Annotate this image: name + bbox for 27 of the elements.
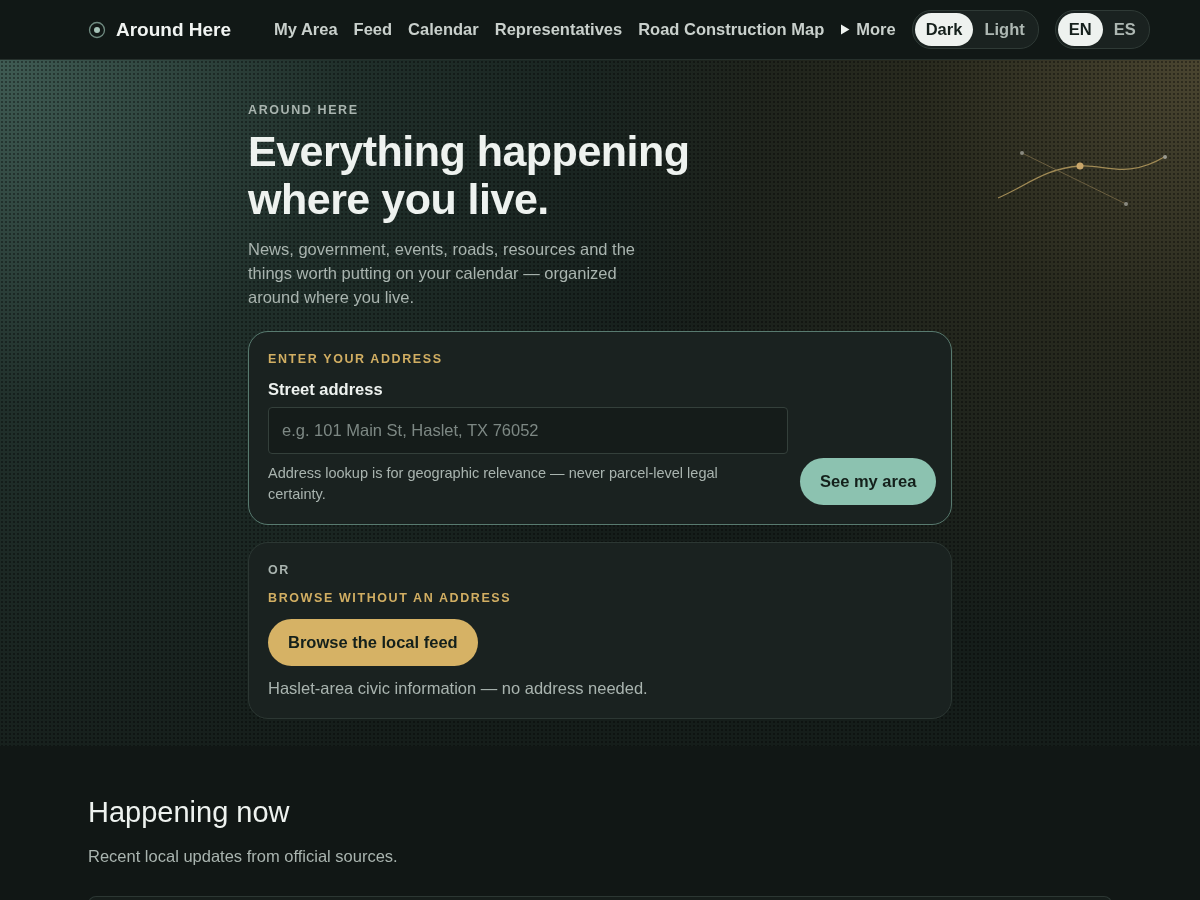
theme-option[interactable]: Light xyxy=(973,13,1036,46)
section-title: Happening now xyxy=(88,796,291,829)
browse-feed-button[interactable]: Browse the local feed xyxy=(268,619,478,666)
caret-icon xyxy=(840,24,851,35)
nav-link[interactable]: Feed xyxy=(353,20,393,39)
field-label: Street address xyxy=(268,380,384,399)
language-option[interactable]: EN xyxy=(1057,13,1103,46)
hero-description: News, government, events, roads, resources and the things worth putting on your calendar — organized around where you live. xyxy=(248,239,637,308)
or-label: OR xyxy=(268,563,291,577)
card-eyebrow: ENTER YOUR ADDRESS xyxy=(268,352,444,366)
brand-name: Around Here xyxy=(116,18,232,41)
section-subtitle: Recent local updates from official sources. xyxy=(88,847,399,866)
nav-link[interactable]: Calendar xyxy=(408,20,479,39)
nav-link[interactable]: Representatives xyxy=(494,20,623,39)
theme-option[interactable]: Dark xyxy=(914,13,974,46)
browse-note: Haslet-area civic information — no address needed. xyxy=(268,678,649,699)
target-icon xyxy=(88,20,106,39)
nav-link[interactable]: My Area xyxy=(274,20,338,39)
address-field[interactable]: e.g. 101 Main St, Haslet, TX 76052 xyxy=(268,407,788,454)
language-option[interactable]: ES xyxy=(1102,13,1147,46)
hero-title: Everything happening where you live. xyxy=(248,127,691,223)
address-note: Address lookup is for geographic relevance — never parcel-level legal certainty. xyxy=(268,464,719,504)
card-eyebrow: BROWSE WITHOUT AN ADDRESS xyxy=(268,591,513,605)
more-button[interactable]: More xyxy=(840,20,896,39)
nav-link[interactable]: Road Construction Map xyxy=(638,20,825,39)
see-my-area-button[interactable]: See my area xyxy=(800,458,937,505)
hero-eyebrow: AROUND HERE xyxy=(248,103,360,117)
